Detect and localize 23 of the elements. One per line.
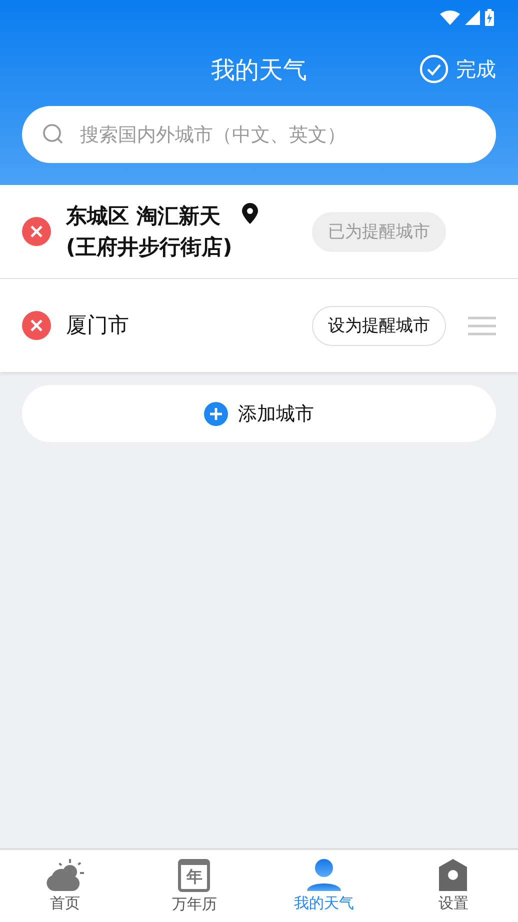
search-field[interactable]: 搜索国内外城市（中文、英文） [22, 106, 496, 163]
reminder-button[interactable]: 设为提醒城市 [312, 306, 446, 346]
tab[interactable]: 首页 [0, 850, 130, 922]
person-icon [306, 859, 341, 891]
page-title: 我的天气 [211, 55, 307, 86]
battery-icon [485, 8, 494, 26]
check-circle-icon [419, 54, 449, 84]
wifi-icon [440, 10, 460, 24]
tab[interactable]: 年 万年历 [130, 850, 259, 922]
tab[interactable]: 设置 [388, 850, 518, 922]
add-city-button[interactable]: 添加城市 [22, 385, 496, 442]
house-icon [439, 859, 468, 891]
done-button[interactable]: 完成 [419, 54, 496, 84]
calendar-icon: 年 [178, 858, 210, 892]
drag-handle-icon[interactable] [468, 316, 496, 336]
city-name: 东城区 淘汇新天 (王府井步行街店) [66, 203, 232, 260]
cloud-sun-icon [46, 859, 84, 891]
plus-circle-icon [204, 402, 228, 426]
signal-icon [465, 10, 480, 24]
city-name: 厦门市 [66, 312, 129, 340]
delete-icon[interactable] [22, 311, 51, 340]
tab[interactable]: 我的天气 [259, 850, 388, 922]
delete-icon[interactable] [22, 217, 51, 246]
